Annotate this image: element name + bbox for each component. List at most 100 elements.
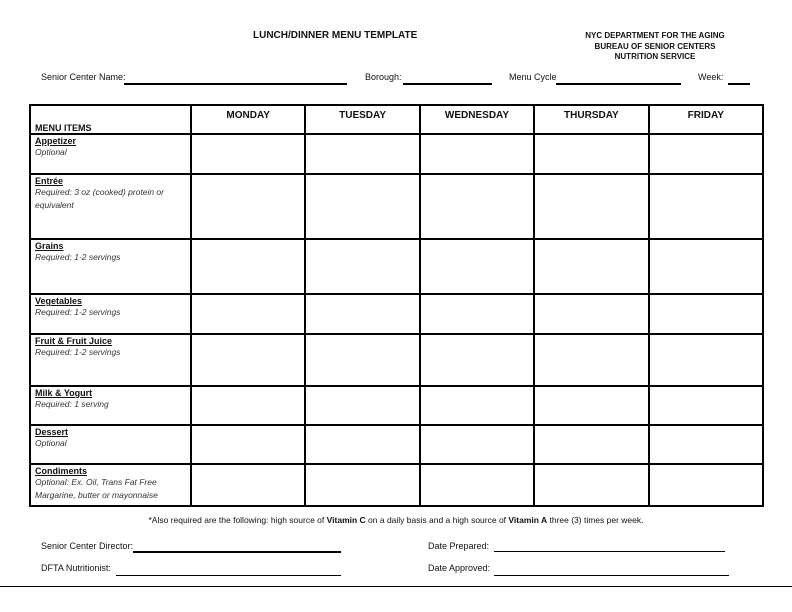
- table-row: Dessert Optional: [29, 424, 765, 465]
- table-row: Grains Required: 1-2 servings: [29, 238, 765, 295]
- menu-cell[interactable]: [533, 133, 650, 175]
- menu-cell[interactable]: [418, 173, 536, 240]
- row-label: Entrée Required: 3 oz (cooked) protein or…: [29, 173, 192, 240]
- menu-cell[interactable]: [189, 333, 307, 387]
- table-row: Fruit & Fruit Juice Required: 1-2 serving…: [29, 333, 765, 387]
- menu-cell[interactable]: [647, 133, 765, 175]
- day-header-wednesday: WEDNESDAY: [418, 104, 536, 135]
- footnote-text: three (3) times per week.: [547, 515, 644, 525]
- category-note: Required: 1-2 servings: [35, 252, 121, 262]
- row-label: Vegetables Required: 1-2 servings: [29, 293, 192, 335]
- row-label: Dessert Optional: [29, 424, 192, 465]
- menu-cell[interactable]: [533, 463, 650, 507]
- menu-cell[interactable]: [647, 333, 765, 387]
- nutritionist-signature-field[interactable]: [116, 575, 341, 576]
- date-prepared-label: Date Prepared:: [428, 541, 490, 551]
- week-label: Week:: [698, 72, 724, 82]
- borough-field[interactable]: [403, 83, 492, 85]
- org-line: NUTRITION SERVICE: [614, 52, 696, 61]
- menu-cell[interactable]: [418, 133, 536, 175]
- row-label: Grains Required: 1-2 servings: [29, 238, 192, 295]
- menu-cell[interactable]: [647, 238, 765, 295]
- table-row: Vegetables Required: 1-2 servings: [29, 293, 765, 335]
- date-approved-label: Date Approved:: [428, 563, 491, 573]
- menu-items-header: MENU ITEMS: [29, 104, 192, 135]
- menu-cell[interactable]: [647, 293, 765, 335]
- menu-cell[interactable]: [418, 424, 536, 465]
- footnote-text: on a daily basis and a high source of: [365, 515, 509, 525]
- page-title: LUNCH/DINNER MENU TEMPLATE: [253, 30, 418, 41]
- menu-cell[interactable]: [418, 333, 536, 387]
- menu-cycle-field[interactable]: [556, 83, 681, 85]
- category-note: Required: 3 oz (cooked) protein or equiv…: [35, 187, 164, 210]
- org-line: NYC DEPARTMENT FOR THE AGING: [585, 31, 725, 40]
- menu-cell[interactable]: [189, 385, 307, 426]
- category-note: Optional: Ex. Oil, Trans Fat Free Margar…: [35, 477, 158, 500]
- category-note: Optional: [35, 147, 67, 157]
- category-name: Milk & Yogurt: [35, 388, 93, 398]
- menu-cell[interactable]: [304, 333, 421, 387]
- menu-cell[interactable]: [647, 173, 765, 240]
- menu-cell[interactable]: [304, 173, 421, 240]
- director-signature-field[interactable]: [133, 551, 341, 553]
- borough-label: Borough:: [365, 72, 402, 82]
- menu-cell[interactable]: [533, 173, 650, 240]
- footnote-text: *Also required are the following: high s…: [148, 515, 327, 525]
- category-name: Grains: [35, 241, 64, 251]
- day-header-tuesday: TUESDAY: [304, 104, 421, 135]
- menu-cell[interactable]: [189, 133, 307, 175]
- menu-cell[interactable]: [304, 293, 421, 335]
- menu-cell[interactable]: [533, 238, 650, 295]
- menu-table: MENU ITEMS MONDAY TUESDAY WEDNESDAY THUR…: [29, 104, 765, 507]
- date-approved-field[interactable]: [494, 575, 729, 576]
- footnote-vitamin-a: Vitamin A: [508, 515, 548, 525]
- menu-cycle-label: Menu Cycle: [509, 72, 557, 82]
- menu-cell[interactable]: [418, 238, 536, 295]
- table-header-row: MENU ITEMS MONDAY TUESDAY WEDNESDAY THUR…: [29, 104, 765, 135]
- menu-cell[interactable]: [189, 424, 307, 465]
- week-field[interactable]: [728, 83, 750, 85]
- senior-center-name-field[interactable]: [124, 83, 347, 85]
- menu-cell[interactable]: [418, 385, 536, 426]
- menu-cell[interactable]: [533, 333, 650, 387]
- menu-cell[interactable]: [189, 238, 307, 295]
- table-row: Entrée Required: 3 oz (cooked) protein or…: [29, 173, 765, 240]
- menu-cell[interactable]: [647, 385, 765, 426]
- menu-cell[interactable]: [533, 424, 650, 465]
- menu-cell[interactable]: [304, 424, 421, 465]
- table-row: Condiments Optional: Ex. Oil, Trans Fat F…: [29, 463, 765, 507]
- row-label: Condiments Optional: Ex. Oil, Trans Fat F…: [29, 463, 192, 507]
- menu-cell[interactable]: [647, 463, 765, 507]
- menu-cell[interactable]: [189, 293, 307, 335]
- page-bottom-divider: [0, 586, 792, 587]
- category-name: Entrée: [35, 176, 64, 186]
- menu-cell[interactable]: [189, 173, 307, 240]
- menu-cell[interactable]: [189, 463, 307, 507]
- menu-cell[interactable]: [304, 238, 421, 295]
- row-label: Milk & Yogurt Required: 1 serving: [29, 385, 192, 426]
- vitamin-footnote: *Also required are the following: high s…: [0, 515, 792, 525]
- row-label: Appetizer Optional: [29, 133, 192, 175]
- menu-cell[interactable]: [304, 133, 421, 175]
- table-row: Milk & Yogurt Required: 1 serving: [29, 385, 765, 426]
- category-name: Condiments: [35, 466, 88, 476]
- menu-cell[interactable]: [533, 385, 650, 426]
- menu-cell[interactable]: [533, 293, 650, 335]
- category-name: Appetizer: [35, 136, 77, 146]
- category-note: Required: 1-2 servings: [35, 347, 121, 357]
- category-name: Vegetables: [35, 296, 83, 306]
- category-name: Fruit & Fruit Juice: [35, 336, 113, 346]
- menu-cell[interactable]: [304, 385, 421, 426]
- table-row: Appetizer Optional: [29, 133, 765, 175]
- category-note: Required: 1 serving: [35, 399, 109, 409]
- menu-cell[interactable]: [418, 463, 536, 507]
- date-prepared-field[interactable]: [494, 551, 725, 552]
- senior-center-name-label: Senior Center Name:: [41, 72, 126, 82]
- menu-cell[interactable]: [304, 463, 421, 507]
- menu-cell[interactable]: [418, 293, 536, 335]
- day-header-thursday: THURSDAY: [533, 104, 650, 135]
- menu-cell[interactable]: [647, 424, 765, 465]
- nutritionist-label: DFTA Nutritionist:: [41, 563, 111, 573]
- footnote-vitamin-c: Vitamin C: [326, 515, 366, 525]
- org-line: BUREAU OF SENIOR CENTERS: [594, 41, 716, 51]
